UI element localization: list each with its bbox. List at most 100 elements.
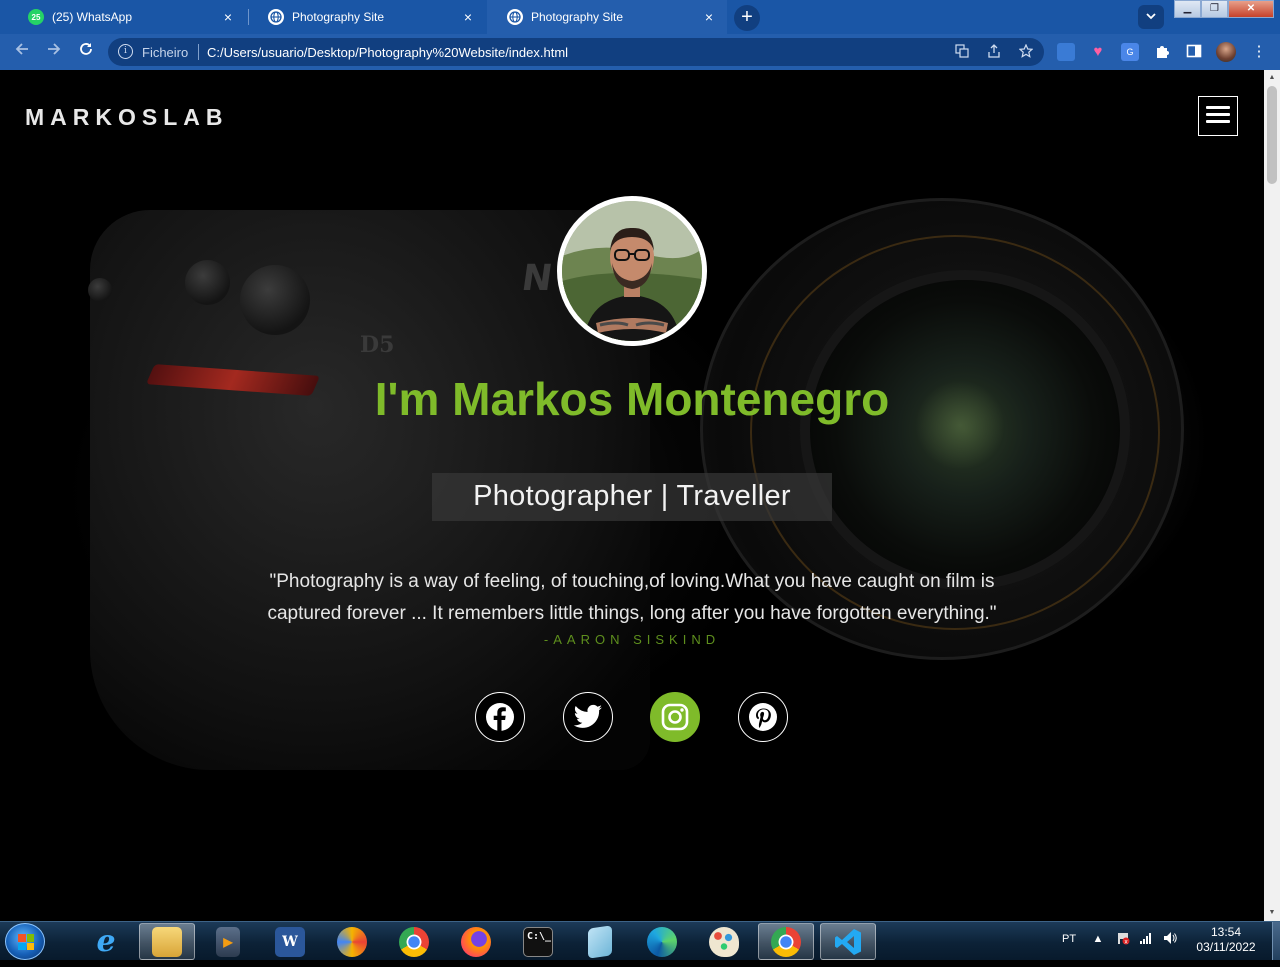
close-window-button[interactable]: ✕ (1228, 0, 1274, 18)
quote-line: captured forever ... It remembers little… (267, 603, 997, 624)
tab-photography-site[interactable]: Photography Site × (248, 0, 486, 34)
camera-model-mark: D5 (360, 332, 395, 358)
taskbar-notepad[interactable] (572, 923, 628, 960)
taskbar-clock[interactable]: 13:54 03/11/2022 (1183, 925, 1269, 955)
person-photo-illustration (562, 201, 702, 341)
taskbar-file-explorer[interactable] (139, 923, 195, 960)
quote-line: "Photography is a way of feeling, of tou… (269, 571, 995, 592)
back-button[interactable] (10, 40, 34, 64)
restore-button[interactable]: ❐ (1201, 0, 1228, 18)
windows-logo-icon (18, 934, 34, 950)
quote-author: -AARON SISKIND (543, 632, 721, 647)
signal-bars-icon[interactable] (1138, 931, 1154, 947)
quote-text: "Photography is a way of feeling, of tou… (232, 566, 1032, 630)
show-hidden-icons-chevron-icon[interactable]: ▲ (1090, 931, 1106, 947)
vpn-icon (337, 926, 367, 957)
tab-close-icon[interactable]: × (701, 9, 717, 25)
camera-dial-graphic (185, 260, 230, 305)
hamburger-menu-button[interactable] (1198, 96, 1238, 136)
taskbar-paint[interactable] (696, 923, 752, 960)
side-panel-icon[interactable] (1185, 43, 1203, 61)
tab-photography-site-active[interactable]: Photography Site × (487, 0, 727, 34)
tab-close-icon[interactable]: × (220, 9, 236, 25)
globe-icon (268, 9, 284, 25)
taskbar-vscode[interactable] (820, 923, 876, 960)
scrollbar-thumb[interactable] (1267, 86, 1277, 184)
menu-bar (1206, 106, 1230, 109)
windows-taskbar: e ▶ W C:\_ PT (0, 921, 1280, 960)
page-viewport: N D5 MARKOSLAB I'm Markos Montenegro Pho… (0, 70, 1264, 921)
page-scrollbar[interactable]: ▲ ▼ (1264, 70, 1280, 921)
firefox-icon (461, 926, 491, 957)
tab-title: Photography Site (531, 10, 624, 24)
extensions-puzzle-icon[interactable] (1153, 43, 1171, 61)
pinterest-link[interactable] (738, 692, 788, 742)
whatsapp-icon: 25 (28, 9, 44, 25)
info-icon[interactable]: i (118, 44, 133, 59)
word-icon: W (275, 926, 305, 957)
volume-icon[interactable] (1162, 931, 1178, 947)
network-warning-flag-icon[interactable]: x (1115, 931, 1131, 947)
scroll-up-icon[interactable]: ▲ (1264, 71, 1280, 85)
address-scheme: Ficheiro (142, 45, 189, 60)
reload-button[interactable] (74, 40, 98, 64)
extension-calendar-icon[interactable] (1057, 43, 1075, 61)
scroll-down-icon[interactable]: ▼ (1264, 906, 1280, 920)
extension-translate-icon[interactable]: G (1121, 43, 1139, 61)
browser-toolbar: i Ficheiro C:/Users/usuario/Desktop/Phot… (0, 34, 1280, 70)
taskbar-word[interactable]: W (262, 923, 318, 960)
media-player-icon: ▶ (216, 926, 240, 957)
more-options-icon[interactable]: ⋮ (1250, 43, 1268, 61)
share-icon[interactable] (986, 44, 1002, 60)
taskbar-chrome-active[interactable] (758, 923, 814, 960)
tab-title: Photography Site (292, 10, 385, 24)
taskbar-firefox[interactable] (448, 923, 504, 960)
twitter-link[interactable] (563, 692, 613, 742)
taskbar-edge[interactable] (634, 923, 690, 960)
window-controls: ▁ ❐ ✕ (1174, 0, 1274, 18)
translate-icon[interactable] (954, 44, 970, 60)
taskbar-internet-explorer[interactable]: e (78, 923, 134, 960)
facebook-link[interactable] (475, 692, 525, 742)
show-desktop-button[interactable] (1272, 922, 1280, 960)
arrow-left-icon (15, 43, 28, 55)
taskbar-vpn[interactable] (324, 923, 380, 960)
address-bar[interactable]: i Ficheiro C:/Users/usuario/Desktop/Phot… (108, 38, 1044, 66)
camera-dial-graphic (240, 265, 310, 335)
chrome-icon (399, 926, 429, 957)
instagram-link[interactable] (650, 692, 700, 742)
internet-explorer-icon: e (96, 923, 116, 959)
browser-tabstrip: 25 (25) WhatsApp × Photography Site × Ph… (0, 0, 1280, 34)
subtitle-box: Photographer | Traveller (432, 473, 832, 521)
address-url[interactable]: C:/Users/usuario/Desktop/Photography%20W… (207, 45, 568, 60)
tab-title: (25) WhatsApp (52, 10, 133, 24)
taskbar-media-player[interactable]: ▶ (200, 923, 256, 960)
extension-heart-icon[interactable]: ♥ (1089, 43, 1107, 61)
tab-whatsapp[interactable]: 25 (25) WhatsApp × (8, 0, 246, 34)
start-button[interactable] (5, 923, 45, 960)
profile-avatar[interactable] (1216, 42, 1236, 62)
site-brand-logo[interactable]: MARKOSLAB (25, 104, 229, 131)
chrome-icon (771, 926, 801, 957)
arrow-right-icon (48, 43, 61, 55)
facebook-icon (486, 703, 514, 731)
svg-text:x: x (1124, 938, 1128, 945)
camera-brand-mark: N (519, 258, 556, 299)
minimize-button[interactable]: ▁ (1174, 0, 1201, 18)
globe-icon (507, 9, 523, 25)
new-tab-button[interactable]: + (734, 5, 760, 31)
clock-time: 13:54 (1210, 925, 1242, 939)
tab-search-button[interactable] (1138, 5, 1164, 29)
bookmark-star-icon[interactable] (1018, 43, 1034, 60)
reload-icon (80, 43, 92, 55)
instagram-icon (661, 703, 689, 731)
forward-button[interactable] (42, 40, 66, 64)
folder-icon (152, 926, 182, 957)
tab-close-icon[interactable]: × (460, 9, 476, 25)
taskbar-chrome[interactable] (386, 923, 442, 960)
page-headline: I'm Markos Montenegro (374, 373, 890, 425)
terminal-icon: C:\_ (523, 926, 553, 957)
language-indicator[interactable]: PT (1062, 933, 1076, 945)
camera-strap-lug-graphic (88, 278, 112, 302)
taskbar-command-prompt[interactable]: C:\_ (510, 923, 566, 960)
